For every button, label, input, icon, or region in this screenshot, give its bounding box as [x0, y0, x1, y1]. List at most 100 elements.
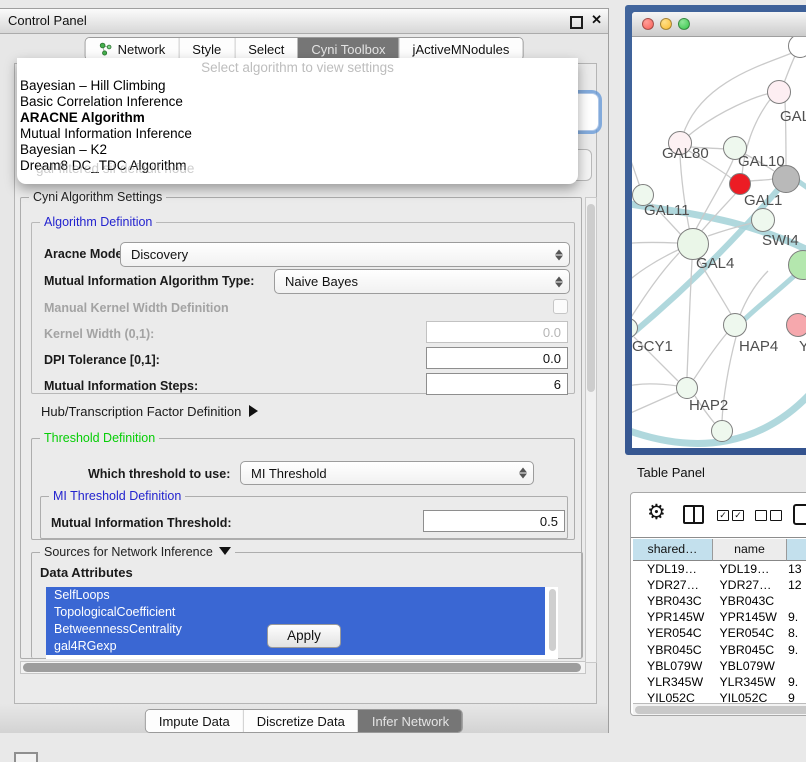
select-all-checkbox-icon[interactable]: ✓ — [732, 510, 744, 521]
settings-horizontal-scrollbar[interactable] — [20, 661, 586, 674]
table-body: YDL19… YDL19… 13 YDR27… YDR27… 12 YBR043… — [633, 561, 806, 703]
mi-threshold-definition-title: MI Threshold Definition — [49, 489, 185, 503]
tab-impute-data[interactable]: Impute Data — [146, 710, 243, 732]
tab-cyni-toolbox[interactable]: Cyni Toolbox — [297, 38, 398, 60]
network-node[interactable] — [786, 313, 806, 337]
network-node-label: Y — [799, 338, 806, 355]
network-node-label: HAP4 — [739, 338, 778, 355]
manual-kernel-checkbox[interactable] — [553, 299, 568, 314]
table-row[interactable]: YBR043C YBR043C — [633, 593, 806, 609]
close-traffic-light-icon[interactable] — [642, 18, 654, 30]
scrollbar-thumb[interactable] — [635, 706, 806, 714]
table-panel: ⚙ ✓ ✓ shared… name YDL19… YDL19… 13 — [630, 492, 806, 716]
table-toolbar: ⚙ ✓ ✓ — [631, 493, 806, 538]
tab-style[interactable]: Style — [178, 38, 234, 60]
column-header-name[interactable]: name — [713, 539, 787, 561]
table-header-row: shared… name — [633, 539, 806, 561]
network-node-label: GAL10 — [738, 153, 785, 170]
mi-steps-label: Mutual Information Steps: — [44, 379, 198, 393]
attribute-list-item[interactable]: SelfLoops — [46, 587, 545, 604]
list-scrollbar-thumb[interactable] — [549, 589, 556, 651]
dropdown-item[interactable]: Bayesian – K2 — [17, 142, 578, 158]
kernel-width-field[interactable]: 0.0 — [426, 321, 568, 343]
collapse-arrow-icon[interactable] — [219, 547, 231, 555]
gear-icon[interactable]: ⚙ — [647, 500, 666, 525]
close-icon[interactable]: ✕ — [591, 13, 602, 27]
mi-threshold-definition-group: MI Threshold Definition Mutual Informati… — [40, 496, 568, 539]
table-row[interactable]: YDL19… YDL19… 13 — [633, 561, 806, 577]
algorithm-definition-title: Algorithm Definition — [40, 215, 156, 229]
tab-network[interactable]: Network — [86, 38, 179, 60]
zoom-traffic-light-icon[interactable] — [678, 18, 690, 30]
dpi-tolerance-field[interactable]: 0.0 — [426, 347, 568, 369]
attribute-list-item[interactable]: TopologicalCoefficient — [46, 604, 545, 621]
network-node[interactable] — [676, 377, 698, 399]
control-panel-window: Control Panel ✕ Network Style Select — [0, 8, 609, 733]
mi-threshold-label: Mutual Information Threshold: — [51, 516, 232, 530]
tab-label: Network — [118, 42, 166, 57]
network-view-window: GAL GAL80 GAL10 GAL1 GAL11 GAL4 — [625, 5, 806, 455]
column-header-clipped[interactable] — [787, 539, 806, 561]
apply-button[interactable]: Apply — [267, 624, 341, 648]
network-canvas[interactable]: GAL GAL80 GAL10 GAL1 GAL11 GAL4 — [632, 37, 806, 448]
stepper-arrows-icon — [519, 468, 527, 479]
dpi-tolerance-label: DPI Tolerance [0,1]: — [44, 353, 160, 367]
network-node-label: GAL80 — [662, 145, 709, 162]
table-row[interactable]: YDR27… YDR27… 12 — [633, 577, 806, 593]
select-all-checkbox-icon[interactable]: ✓ — [717, 510, 729, 521]
scrollbar-thumb[interactable] — [23, 663, 581, 672]
which-threshold-combobox[interactable]: MI Threshold — [240, 461, 534, 485]
deselect-all-checkbox-icon[interactable] — [755, 510, 767, 521]
cyni-algorithm-settings-group: Cyni Algorithm Settings Algorithm Defini… — [20, 197, 582, 659]
network-node[interactable] — [723, 313, 747, 337]
minimized-panel-icon[interactable] — [14, 752, 38, 762]
table-row[interactable]: YIL052C YIL052C 9 — [633, 690, 806, 703]
sources-group-title: Sources for Network Inference — [40, 545, 235, 559]
dropdown-items: Bayesian – Hill Climbing Basic Correlati… — [17, 78, 578, 174]
network-window-titlebar — [632, 12, 806, 37]
table-row[interactable]: YBL079W YBL079W — [633, 658, 806, 674]
deselect-all-checkbox-icon[interactable] — [770, 510, 782, 521]
mi-threshold-field[interactable]: 0.5 — [423, 510, 565, 532]
dropdown-item[interactable]: ARACNE Algorithm — [17, 110, 578, 126]
manual-kernel-label: Manual Kernel Width Definition — [44, 301, 229, 315]
tab-select[interactable]: Select — [234, 38, 297, 60]
network-node-label: GCY1 — [632, 338, 673, 355]
table-horizontal-scrollbar[interactable] — [633, 703, 806, 715]
threshold-definition-title: Threshold Definition — [40, 431, 159, 445]
tab-infer-network[interactable]: Infer Network — [358, 710, 462, 732]
table-row[interactable]: YBR045C YBR045C 9. — [633, 641, 806, 657]
expand-arrow-icon[interactable] — [249, 405, 258, 417]
hub-tf-definition-row[interactable]: Hub/Transcription Factor Definition — [41, 404, 258, 419]
network-node-label: HAP2 — [689, 397, 728, 414]
network-node[interactable] — [711, 420, 733, 442]
mi-algorithm-type-combobox[interactable]: Naive Bayes — [274, 269, 570, 294]
table-row[interactable]: YPR145W YPR145W 9. — [633, 609, 806, 625]
settings-vertical-scrollbar[interactable] — [585, 197, 597, 663]
float-panel-icon[interactable] — [570, 16, 583, 29]
dropdown-item[interactable]: Basic Correlation Inference — [17, 94, 578, 110]
minimize-traffic-light-icon[interactable] — [660, 18, 672, 30]
tab-discretize-data[interactable]: Discretize Data — [243, 710, 358, 732]
network-node-label: SWI4 — [762, 232, 799, 249]
split-columns-icon[interactable] — [683, 505, 704, 524]
network-node[interactable] — [767, 80, 791, 104]
tab-jactivemnodules[interactable]: jActiveMNodules — [399, 38, 523, 60]
table-row[interactable]: YLR345W YLR345W 9. — [633, 674, 806, 690]
data-attributes-label: Data Attributes — [40, 565, 133, 580]
data-attributes-list[interactable]: SelfLoops TopologicalCoefficient Between… — [46, 587, 558, 659]
mi-steps-field[interactable]: 6 — [426, 373, 568, 395]
network-node[interactable] — [751, 208, 775, 232]
table-panel-title: Table Panel — [637, 465, 705, 480]
dropdown-item[interactable]: Mutual Information Inference — [17, 126, 578, 142]
network-node-label: GAL11 — [644, 202, 690, 219]
column-header-shared-name[interactable]: shared… — [633, 539, 713, 561]
aracne-mode-label: Aracne Mode: — [44, 247, 127, 261]
aracne-mode-combobox[interactable]: Discovery — [120, 242, 570, 267]
control-panel-title: Control Panel — [8, 13, 87, 28]
scrollbar-thumb[interactable] — [587, 204, 595, 392]
dropdown-prompt: Select algorithm to view settings — [17, 58, 578, 78]
new-table-icon[interactable] — [793, 504, 806, 525]
dropdown-item[interactable]: Bayesian – Hill Climbing — [17, 78, 578, 94]
table-row[interactable]: YER054C YER054C 8. — [633, 625, 806, 641]
